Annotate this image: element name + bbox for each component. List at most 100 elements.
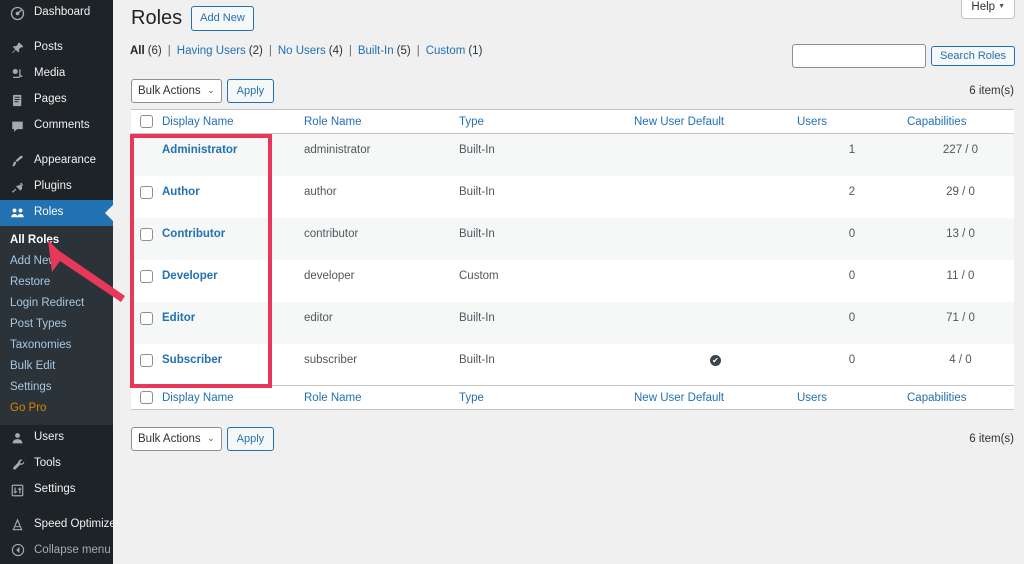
submenu-item-restore[interactable]: Restore xyxy=(0,272,113,293)
row-checkbox-author[interactable] xyxy=(140,186,153,199)
sidebar-item-speed-optimizer[interactable]: Speed Optimizer xyxy=(0,512,113,538)
filter-having-users[interactable]: Having Users xyxy=(177,45,246,57)
cell-type: Built-In xyxy=(459,302,634,344)
sidebar-item-media[interactable]: Media xyxy=(0,61,113,87)
filter-custom[interactable]: Custom xyxy=(426,45,466,57)
cell-users: 0 xyxy=(797,218,907,260)
select-all-checkbox-bottom[interactable] xyxy=(140,391,153,404)
table-head: Display Name Role Name Type New User Def… xyxy=(131,110,1014,134)
select-all-header[interactable] xyxy=(131,110,162,134)
submenu-item-post-types[interactable]: Post Types xyxy=(0,314,113,335)
footer-column-users[interactable]: Users xyxy=(797,386,907,410)
select-all-footer[interactable] xyxy=(131,386,162,410)
submenu-item-login-redirect[interactable]: Login Redirect xyxy=(0,293,113,314)
sidebar-item-tools[interactable]: Tools xyxy=(0,451,113,477)
submenu-item-add-new[interactable]: Add New xyxy=(0,251,113,272)
footer-column-new-user-default[interactable]: New User Default xyxy=(634,386,797,410)
add-new-button[interactable]: Add New xyxy=(191,6,254,31)
filter-separator: | xyxy=(349,45,352,57)
sidebar-item-appearance[interactable]: Appearance xyxy=(0,148,113,174)
cell-new-user-default xyxy=(634,176,797,218)
sidebar-item-users[interactable]: Users xyxy=(0,425,113,451)
apply-button-bottom[interactable]: Apply xyxy=(227,427,275,451)
submenu-item-settings[interactable]: Settings xyxy=(0,377,113,398)
sidebar-item-comments[interactable]: Comments xyxy=(0,113,113,139)
submenu-item-go-pro[interactable]: Go Pro xyxy=(0,398,113,419)
role-link-developer[interactable]: Developer xyxy=(162,270,218,282)
row-checkbox-cell xyxy=(131,302,162,344)
help-button[interactable]: Help▼ xyxy=(961,0,1015,19)
bulk-actions-select-bottom[interactable]: Bulk Actions ⌄ xyxy=(131,427,222,451)
search-input[interactable] xyxy=(792,44,926,68)
filter-no-users-count: (4) xyxy=(329,45,343,57)
page-icon xyxy=(8,92,27,109)
cell-role-name: developer xyxy=(304,260,459,302)
cell-capabilities: 29 / 0 xyxy=(907,176,1014,218)
sidebar-divider xyxy=(0,26,113,35)
table-row: Editor editor Built-In 0 71 / 0 xyxy=(131,302,1014,344)
select-all-checkbox-top[interactable] xyxy=(140,115,153,128)
submenu-item-taxonomies[interactable]: Taxonomies xyxy=(0,335,113,356)
sidebar-item-settings[interactable]: Settings xyxy=(0,477,113,503)
role-link-author[interactable]: Author xyxy=(162,186,200,198)
wrench-icon xyxy=(8,456,27,473)
role-link-administrator[interactable]: Administrator xyxy=(162,144,237,156)
dashboard-icon xyxy=(8,5,27,22)
sidebar-item-plugins[interactable]: Plugins xyxy=(0,174,113,200)
sidebar-item-dashboard[interactable]: Dashboard xyxy=(0,0,113,26)
footer-column-capabilities[interactable]: Capabilities xyxy=(907,386,1014,410)
cell-capabilities: 227 / 0 xyxy=(907,134,1014,176)
role-link-editor[interactable]: Editor xyxy=(162,312,195,324)
sidebar-item-roles[interactable]: Roles xyxy=(0,200,113,226)
submenu-item-all-roles[interactable]: All Roles xyxy=(0,230,113,251)
sidebar-divider xyxy=(0,503,113,512)
row-checkbox-subscriber[interactable] xyxy=(140,354,153,367)
search-form: Search Roles xyxy=(792,44,1015,68)
bulk-actions-select-top[interactable]: Bulk Actions ⌄ xyxy=(131,79,222,103)
role-link-subscriber[interactable]: Subscriber xyxy=(162,354,222,366)
table-row: Contributor contributor Built-In 0 13 / … xyxy=(131,218,1014,260)
submenu-item-bulk-edit[interactable]: Bulk Edit xyxy=(0,356,113,377)
cell-new-user-default xyxy=(634,302,797,344)
search-roles-button[interactable]: Search Roles xyxy=(931,46,1015,66)
cell-display-name: Editor xyxy=(162,302,304,344)
user-icon xyxy=(8,430,27,447)
footer-column-role-name[interactable]: Role Name xyxy=(304,386,459,410)
column-header-users[interactable]: Users xyxy=(797,110,907,134)
table-row: Subscriber subscriber Built-In ✔ 0 4 / 0 xyxy=(131,344,1014,386)
collapse-menu-button[interactable]: Collapse menu xyxy=(0,538,113,562)
item-count-bottom: 6 item(s) xyxy=(969,433,1014,445)
apply-button-top[interactable]: Apply xyxy=(227,79,275,103)
row-checkbox-developer[interactable] xyxy=(140,270,153,283)
sidebar-item-label: Appearance xyxy=(34,155,96,167)
cell-users: 1 xyxy=(797,134,907,176)
role-link-contributor[interactable]: Contributor xyxy=(162,228,225,240)
row-checkbox-editor[interactable] xyxy=(140,312,153,325)
filter-no-users[interactable]: No Users xyxy=(278,45,326,57)
column-header-type[interactable]: Type xyxy=(459,110,634,134)
chevron-down-icon: ⌄ xyxy=(207,85,215,96)
row-checkbox-cell xyxy=(131,260,162,302)
collapse-menu-label: Collapse menu xyxy=(34,544,111,556)
footer-column-display-name[interactable]: Display Name xyxy=(162,386,304,410)
table-row: Developer developer Custom 0 11 / 0 xyxy=(131,260,1014,302)
column-header-new-user-default[interactable]: New User Default xyxy=(634,110,797,134)
row-checkbox-contributor[interactable] xyxy=(140,228,153,241)
filter-all[interactable]: All xyxy=(130,45,145,57)
wordpress-admin-roles-page: Dashboard Posts Media Pages xyxy=(0,0,1024,564)
admin-sidebar: Dashboard Posts Media Pages xyxy=(0,0,113,564)
chevron-down-icon: ▼ xyxy=(998,3,1005,10)
sidebar-item-label: Users xyxy=(34,432,64,444)
column-header-role-name[interactable]: Role Name xyxy=(304,110,459,134)
sidebar-item-pages[interactable]: Pages xyxy=(0,87,113,113)
sidebar-item-posts[interactable]: Posts xyxy=(0,35,113,61)
column-header-capabilities[interactable]: Capabilities xyxy=(907,110,1014,134)
column-header-display-name[interactable]: Display Name xyxy=(162,110,304,134)
filter-built-in[interactable]: Built-In xyxy=(358,45,394,57)
row-checkbox-cell xyxy=(131,134,162,176)
cell-type: Built-In xyxy=(459,176,634,218)
footer-column-type[interactable]: Type xyxy=(459,386,634,410)
sidebar-item-label: Roles xyxy=(34,207,63,219)
sliders-icon xyxy=(8,482,27,499)
tablenav-bottom: Bulk Actions ⌄ Apply 6 item(s) xyxy=(131,427,1014,451)
